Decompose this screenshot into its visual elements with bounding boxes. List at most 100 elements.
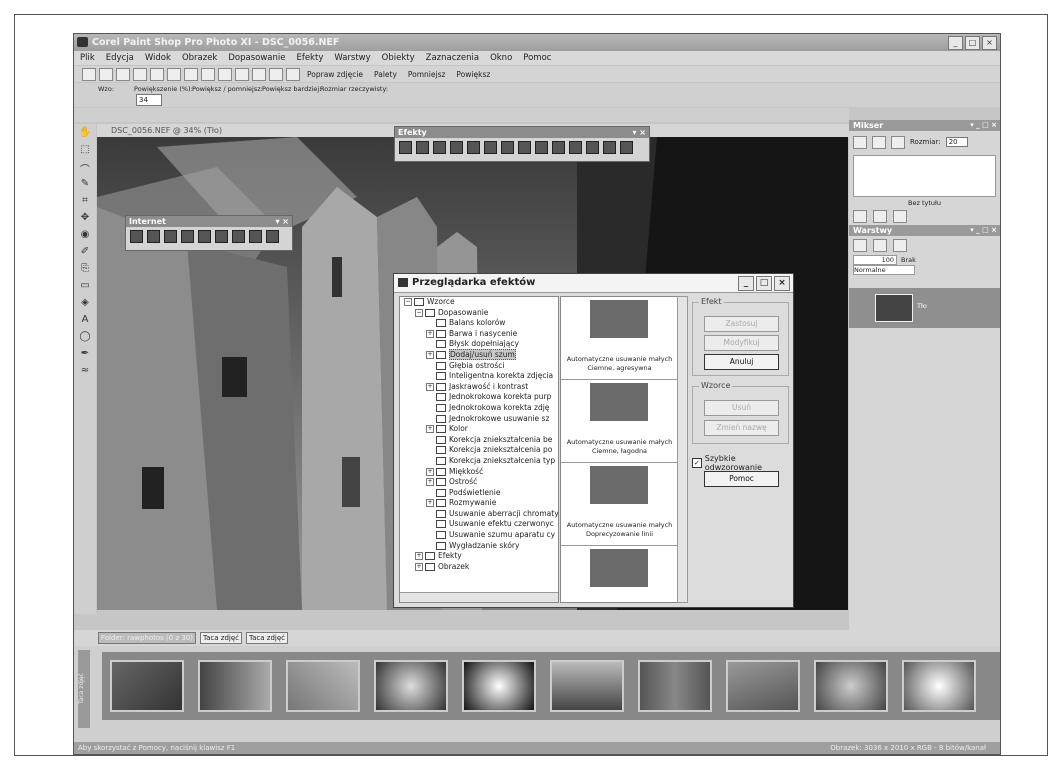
mixer-add-icon[interactable] (893, 209, 907, 223)
crop-icon[interactable] (235, 67, 249, 81)
tree-item[interactable]: Wygładzanie skóry (400, 541, 558, 552)
tray-tab-2[interactable]: Taca zdjęć (246, 632, 288, 644)
photo-thumbnail[interactable] (902, 660, 976, 712)
photo-thumbnail[interactable] (374, 660, 448, 712)
internet-icon[interactable] (266, 230, 279, 243)
clone-tool-icon[interactable]: ⎘ (78, 263, 92, 277)
effect-icon[interactable] (518, 141, 531, 154)
internet-icon[interactable] (232, 230, 245, 243)
internet-icon[interactable] (181, 230, 194, 243)
mixer-canvas[interactable] (853, 155, 996, 197)
delete-layer-icon[interactable] (873, 238, 887, 252)
info-icon[interactable] (286, 67, 300, 81)
tree-item[interactable]: Balans kolorów (400, 318, 558, 329)
internet-icon[interactable] (164, 230, 177, 243)
tree-expander-icon[interactable]: + (426, 329, 434, 338)
brush-tool-icon[interactable]: ✐ (78, 246, 92, 260)
minimize-button[interactable]: _ (948, 36, 963, 50)
effect-icon[interactable] (467, 141, 480, 154)
warp-tool-icon[interactable]: ≈ (78, 365, 92, 379)
pan-tool-icon[interactable]: ✋ (78, 127, 92, 141)
pen-tool-icon[interactable]: ✒ (78, 348, 92, 362)
effect-icon[interactable] (450, 141, 463, 154)
pick-tool-icon[interactable]: ⬚ (78, 144, 92, 158)
browse-icon[interactable] (116, 67, 130, 81)
fast-render-checkbox[interactable]: ✓ Szybkie odwzorowanie (692, 454, 793, 472)
tree-item[interactable]: + Efekty (400, 551, 558, 562)
effect-icon[interactable] (603, 141, 616, 154)
effect-icon[interactable] (552, 141, 565, 154)
dialog-minimize-button[interactable]: _ (738, 276, 754, 291)
open-file-icon[interactable] (99, 67, 113, 81)
effect-icon[interactable] (501, 141, 514, 154)
eraser-tool-icon[interactable]: ▭ (78, 280, 92, 294)
effects-toolbar-close-icon[interactable]: ▾ × (632, 127, 646, 138)
rename-preset-button[interactable]: Zmień nazwę (704, 420, 779, 436)
mixer-open-icon[interactable] (873, 209, 887, 223)
menu-obiekty[interactable]: Obiekty (382, 53, 415, 63)
thumbnails-vertical-scrollbar[interactable] (677, 296, 688, 603)
tree-item[interactable]: + Obrazek (400, 562, 558, 573)
effect-icon[interactable] (433, 141, 446, 154)
tree-item[interactable]: − Dopasowanie (400, 308, 558, 319)
crop-tool-icon[interactable]: ⌗ (78, 195, 92, 209)
save-as-icon[interactable] (167, 67, 181, 81)
layer-properties-icon[interactable] (893, 238, 907, 252)
tree-item[interactable]: + Barwa i nasycenie (400, 329, 558, 340)
tree-expander-icon[interactable]: + (426, 478, 434, 487)
modify-button[interactable]: Modyfikuj (704, 335, 779, 351)
zoom-out-button[interactable]: Pomniejsz (408, 70, 446, 79)
lasso-tool-icon[interactable]: ⌒ (78, 161, 92, 176)
internet-icon[interactable] (130, 230, 143, 243)
preview-thumbnail[interactable]: Automatyczne usuwanie małych Ciemne, agre… (561, 297, 678, 380)
tree-expander-icon[interactable]: + (415, 562, 423, 571)
menu-efekty[interactable]: Efekty (296, 53, 323, 63)
tree-horizontal-scrollbar[interactable] (400, 592, 558, 602)
tree-expander-icon[interactable]: + (415, 552, 423, 561)
text-tool-icon[interactable]: A (78, 314, 92, 328)
tree-item[interactable]: + Kolor (400, 424, 558, 435)
blend-mode-select[interactable]: Normalne (853, 265, 915, 275)
effect-icon[interactable] (586, 141, 599, 154)
photo-thumbnail[interactable] (110, 660, 184, 712)
tree-item[interactable]: + Rozmywanie (400, 498, 558, 509)
zoom-in-button[interactable]: Powiększ (456, 70, 490, 79)
mixer-brush-icon[interactable] (853, 135, 867, 149)
tree-item[interactable]: + Ostrość (400, 477, 558, 488)
effect-icon[interactable] (416, 141, 429, 154)
help-button[interactable]: Pomoc (704, 471, 779, 487)
internet-icon[interactable] (249, 230, 262, 243)
effect-browser-icon[interactable] (399, 141, 412, 154)
zoom-value-field[interactable]: 34 (136, 94, 162, 106)
fill-tool-icon[interactable]: ◈ (78, 297, 92, 311)
tree-expander-icon[interactable]: + (426, 382, 434, 391)
mixer-new-icon[interactable] (853, 209, 867, 223)
menu-zaznaczenia[interactable]: Zaznaczenia (426, 53, 479, 63)
new-layer-icon[interactable] (853, 238, 867, 252)
dialog-maximize-button[interactable]: □ (756, 276, 772, 291)
tree-item[interactable]: Korekcja zniekształcenia be (400, 435, 558, 446)
effect-icon[interactable] (535, 141, 548, 154)
menu-pomoc[interactable]: Pomoc (523, 53, 551, 63)
delete-preset-button[interactable]: Usuń (704, 400, 779, 416)
preview-thumbnail[interactable]: Automatyczne usuwanie małych Doprecyzowan… (561, 463, 678, 546)
cancel-button[interactable]: Anuluj (704, 354, 779, 370)
red-eye-tool-icon[interactable]: ◉ (78, 229, 92, 243)
layer-blend-none[interactable]: Brak (901, 256, 916, 264)
tree-expander-icon[interactable]: + (426, 350, 434, 359)
layer-opacity-field[interactable]: 100 (853, 254, 897, 265)
tree-expander-icon[interactable]: − (404, 298, 412, 306)
effect-icon[interactable] (620, 141, 633, 154)
palettes-menu[interactable]: Palety (374, 70, 397, 79)
tree-item[interactable]: Usuwanie aberracji chromaty (400, 509, 558, 520)
tree-item[interactable]: Jednokrokowa korekta purp (400, 392, 558, 403)
scan-icon[interactable] (133, 67, 147, 81)
internet-icon[interactable] (198, 230, 211, 243)
paste-icon[interactable] (269, 67, 283, 81)
menu-okno[interactable]: Okno (490, 53, 512, 63)
tree-item[interactable]: Jednokrokowe usuwanie sz (400, 414, 558, 425)
preview-thumbnail[interactable]: Automatyczne usuwanie małych Ciemne, łago… (561, 380, 678, 463)
tree-item[interactable]: + Miękkość (400, 467, 558, 478)
tree-item[interactable]: Usuwanie szumu aparatu cy (400, 530, 558, 541)
photo-thumbnail[interactable] (814, 660, 888, 712)
